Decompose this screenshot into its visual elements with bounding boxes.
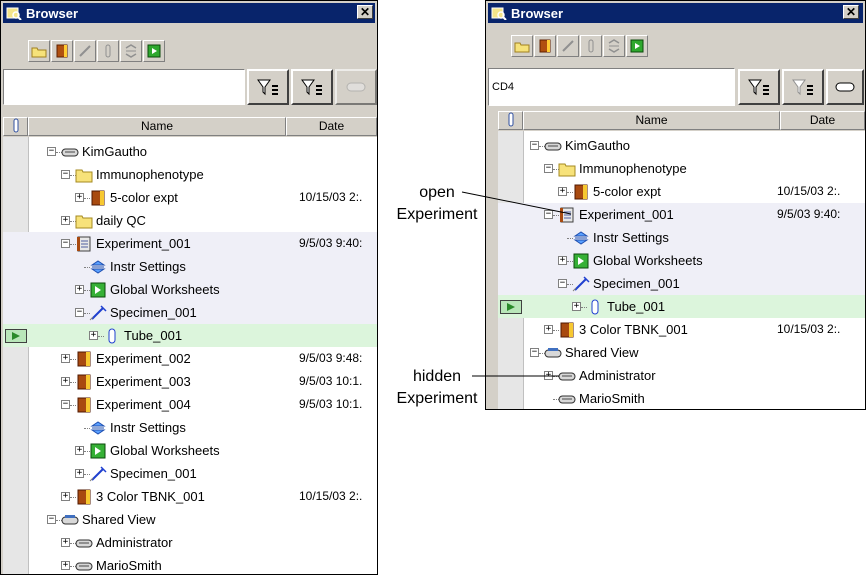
callout-lines <box>461 191 572 377</box>
open-experiment-leader-line <box>461 191 572 215</box>
